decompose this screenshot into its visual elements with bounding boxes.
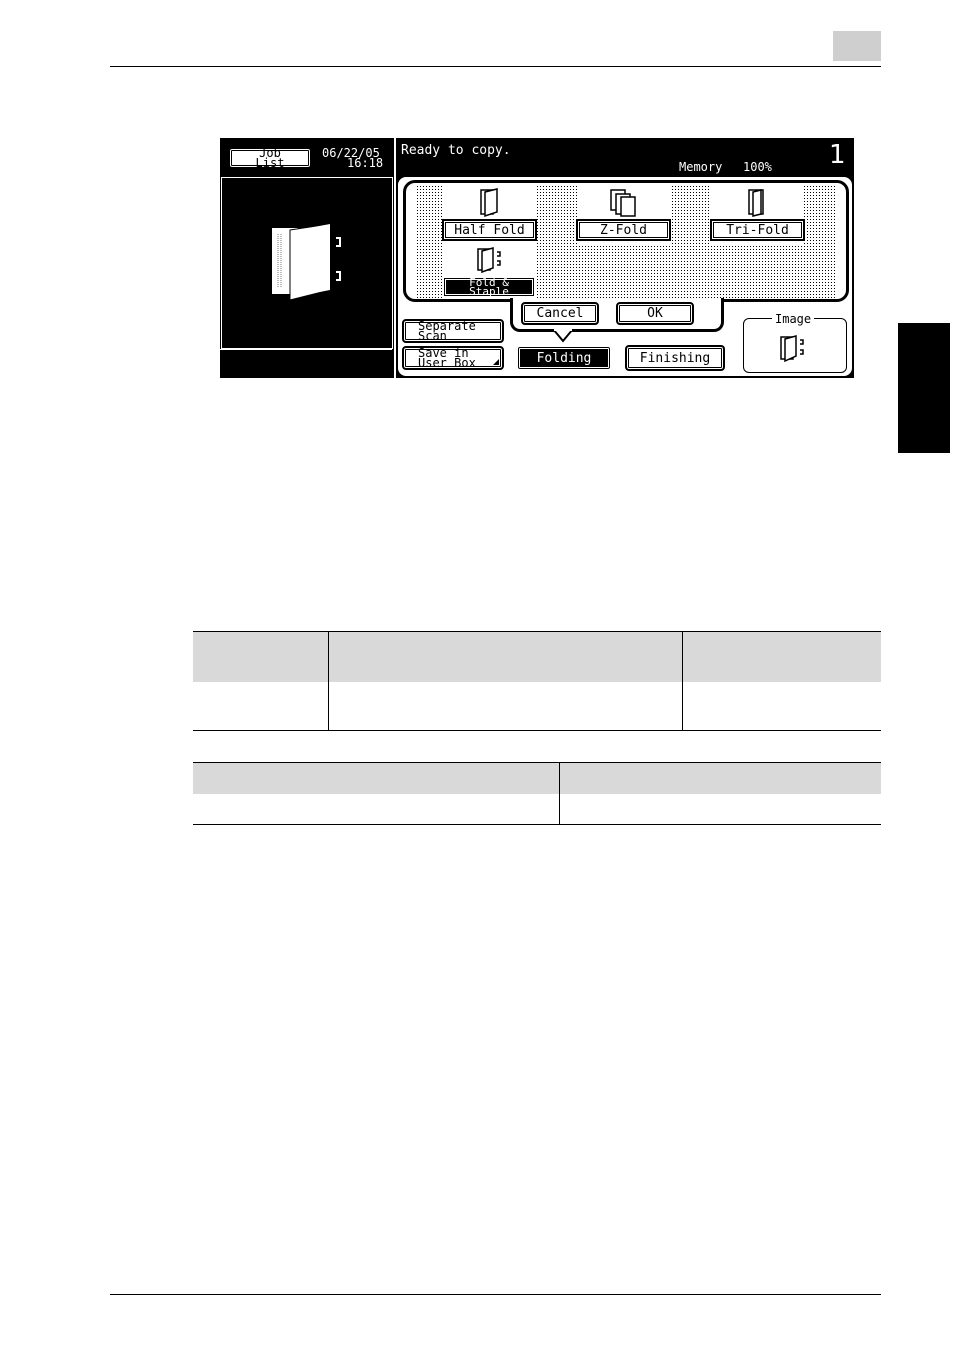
- fold-staple-label-line2: Staple: [469, 285, 509, 298]
- table-2-header-row: [193, 762, 881, 794]
- folding-tab-label: Folding: [536, 350, 592, 366]
- half-fold-button[interactable]: Half Fold: [442, 219, 537, 241]
- save-box-label-line2: User Box: [418, 356, 476, 370]
- table-1-header-row: [193, 631, 881, 682]
- table-1-header-cell-3: [682, 631, 881, 682]
- z-fold-icon: [610, 189, 636, 217]
- cancel-label: Cancel: [536, 306, 584, 321]
- image-preview-group: Image: [743, 312, 847, 373]
- preview-panel: [221, 177, 393, 349]
- ok-label: OK: [647, 306, 663, 321]
- submenu-corner-icon: [493, 359, 499, 365]
- table-1: [193, 631, 881, 731]
- table-1-cell-2: [328, 682, 683, 731]
- finishing-tab[interactable]: Finishing: [625, 345, 725, 371]
- fold-staple-button[interactable]: Fold & Staple: [442, 276, 536, 298]
- copy-count: 1: [829, 140, 846, 170]
- memory-label: Memory: [679, 160, 723, 174]
- z-fold-button[interactable]: Z-Fold: [576, 219, 671, 241]
- left-divider: [394, 138, 396, 378]
- table-1-cell-1: [193, 682, 329, 731]
- chapter-side-tab: [898, 323, 950, 453]
- save-in-user-box-button[interactable]: Save in User Box: [402, 346, 504, 370]
- half-fold-icon: [480, 188, 498, 218]
- left-bottom-rule: [220, 349, 392, 350]
- header-rule: [110, 66, 881, 67]
- status-message: Ready to copy.: [401, 143, 511, 158]
- half-fold-label: Half Fold: [454, 222, 525, 238]
- table-1-cell-3: [682, 682, 881, 731]
- folded-booklet-preview-icon: [272, 223, 341, 300]
- table-2-cell-2: [559, 794, 881, 825]
- memory-value: 100%: [743, 160, 772, 174]
- table-2-header-cell-2: [559, 762, 881, 794]
- table-2: [193, 762, 881, 825]
- table-2-header-cell-1: [193, 762, 560, 794]
- popup-pointer: [553, 329, 573, 343]
- table-1-row: [193, 682, 881, 731]
- tri-fold-icon: [748, 189, 764, 217]
- tri-fold-label: Tri-Fold: [726, 222, 789, 238]
- z-fold-label: Z-Fold: [600, 222, 647, 238]
- image-label: Image: [772, 312, 815, 326]
- tri-fold-button[interactable]: Tri-Fold: [710, 219, 805, 241]
- separate-scan-label-line2: Scan: [418, 329, 447, 343]
- job-list-button[interactable]: Job List: [228, 147, 312, 169]
- fold-staple-icon: [477, 247, 501, 274]
- ok-button[interactable]: OK: [616, 302, 694, 325]
- finishing-tab-label: Finishing: [639, 350, 711, 366]
- chapter-number-box: [833, 31, 881, 61]
- image-fold-staple-icon: [780, 335, 804, 363]
- time-display: 16:18: [347, 156, 384, 170]
- table-1-header-cell-2: [328, 631, 683, 682]
- footer-rule: [110, 1294, 881, 1295]
- table-2-row: [193, 794, 881, 825]
- cancel-button[interactable]: Cancel: [521, 302, 599, 325]
- separate-scan-button[interactable]: Separate Scan: [402, 319, 504, 343]
- folding-tab[interactable]: Folding: [516, 345, 612, 371]
- table-2-cell-1: [193, 794, 560, 825]
- job-list-label-line2: List: [255, 156, 285, 170]
- copier-control-panel: Job List 06/22/05 16:18 Ready to copy. M…: [220, 138, 854, 378]
- table-1-header-cell-1: [193, 631, 329, 682]
